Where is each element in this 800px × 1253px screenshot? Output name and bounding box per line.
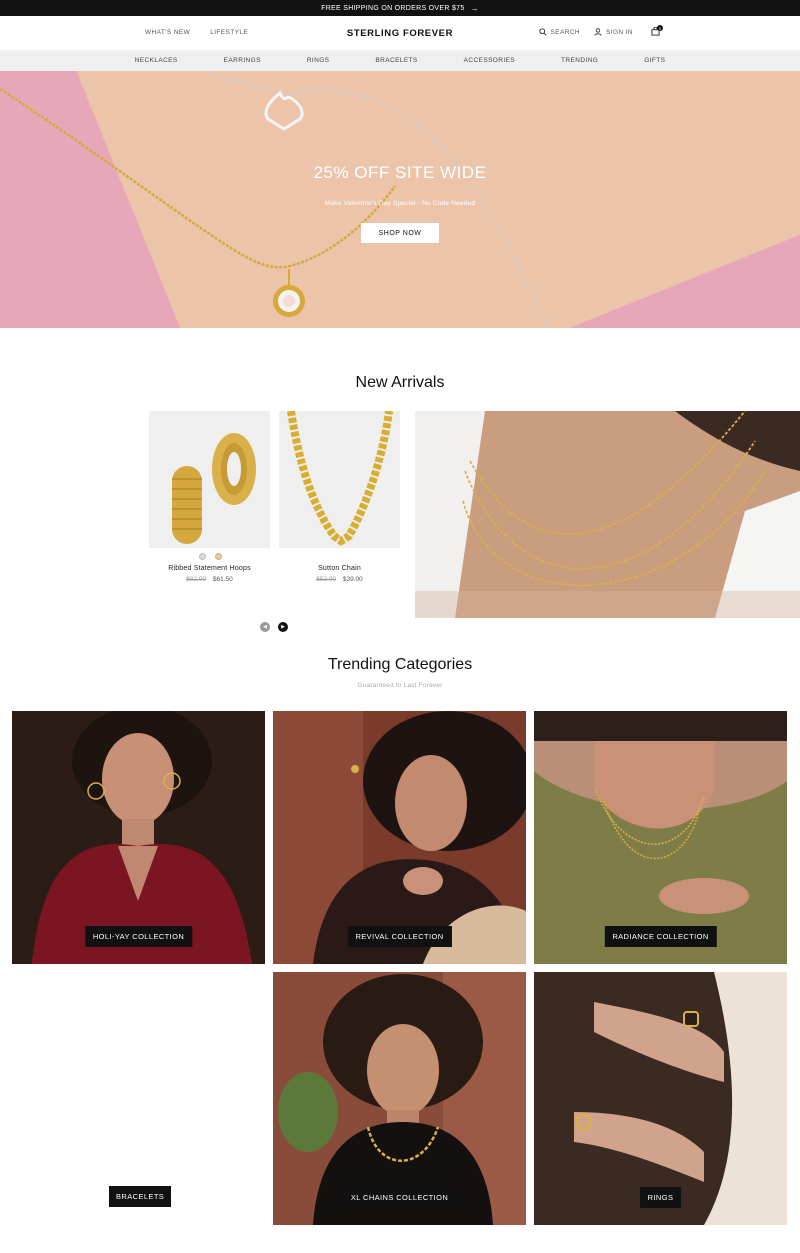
swatch-silver[interactable]	[199, 553, 206, 560]
site-header: WHAT'S NEW LIFESTYLE STERLING FOREVER SE…	[0, 16, 800, 50]
product-card[interactable]: Sutton Chain $52.00 $39.00	[279, 411, 400, 583]
tile-label[interactable]: RADIANCE COLLECTION	[604, 926, 717, 947]
product-sale-price: $39.00	[342, 576, 363, 583]
category-tile-rings[interactable]: RINGS	[534, 972, 787, 1225]
nav-item-trending[interactable]: TRENDING	[538, 57, 621, 64]
tile-label[interactable]: HOLI-YAY COLLECTION	[84, 926, 193, 947]
cart-count-badge: 0	[657, 25, 663, 31]
category-tile-xl-chains[interactable]: XL CHAINS COLLECTION	[273, 972, 526, 1225]
trending-title: Trending Categories	[327, 656, 473, 673]
category-tile-revival[interactable]: REVIVAL COLLECTION	[273, 711, 526, 964]
product-sale-price: $61.50	[212, 576, 233, 583]
sign-in-label: SIGN IN	[606, 28, 633, 36]
color-swatches	[199, 553, 222, 560]
hero-subtitle: Make Valentine's Day Special - No Code N…	[324, 200, 476, 207]
product-image[interactable]	[149, 411, 270, 548]
main-nav: NECKLACES EARRINGS RINGS BRACELETS ACCES…	[0, 50, 800, 71]
product-old-price: $52.00	[316, 576, 337, 583]
product-name[interactable]: Ribbed Statement Hoops	[149, 565, 270, 572]
product-price: $82.00 $61.50	[149, 576, 270, 583]
shop-now-button[interactable]: SHOP NOW	[361, 223, 439, 243]
new-arrivals-title: New Arrivals	[355, 374, 445, 391]
tile-label[interactable]: XL CHAINS COLLECTION	[342, 1187, 457, 1208]
product-image[interactable]	[279, 411, 400, 548]
necklace-lifestyle-image[interactable]	[415, 411, 800, 618]
product-name[interactable]: Sutton Chain	[279, 565, 400, 572]
search-icon	[538, 28, 547, 36]
next-arrow-icon[interactable]: ▶	[278, 622, 288, 632]
carousel-controls: ◀ ▶	[260, 622, 288, 632]
nav-item-accessories[interactable]: ACCESSORIES	[441, 57, 538, 64]
trending-subtitle: Guaranteed to Last Forever	[357, 682, 443, 689]
nav-item-necklaces[interactable]: NECKLACES	[112, 57, 201, 64]
header-right-links: SEARCH SIGN IN	[538, 28, 634, 36]
swatch-gold[interactable]	[215, 553, 222, 560]
prev-arrow-icon[interactable]: ◀	[260, 622, 270, 632]
nav-item-rings[interactable]: RINGS	[284, 57, 353, 64]
cart-button[interactable]: 0	[651, 25, 663, 36]
hero-banner[interactable]: 25% OFF SITE WIDE Make Valentine's Day S…	[0, 71, 800, 328]
product-old-price: $82.00	[186, 576, 207, 583]
category-tile-holi-yay[interactable]: HOLI-YAY COLLECTION	[12, 711, 265, 964]
category-tile-radiance[interactable]: RADIANCE COLLECTION	[534, 711, 787, 964]
arrow-right-icon: →	[470, 3, 479, 13]
hero-title: 25% OFF SITE WIDE	[313, 163, 487, 182]
product-price: $52.00 $39.00	[279, 576, 400, 583]
site-logo[interactable]: STERLING FOREVER	[0, 28, 800, 39]
sign-in-link[interactable]: SIGN IN	[594, 28, 633, 36]
bracelets-category-label[interactable]: BRACELETS	[109, 1186, 172, 1207]
search-label: SEARCH	[550, 28, 580, 36]
search-link[interactable]: SEARCH	[538, 28, 581, 36]
announcement-text: FREE SHIPPING ON ORDERS OVER $75	[321, 4, 465, 12]
user-icon	[594, 28, 602, 36]
nav-item-gifts[interactable]: GIFTS	[621, 57, 688, 64]
nav-item-earrings[interactable]: EARRINGS	[201, 57, 284, 64]
announcement-bar[interactable]: FREE SHIPPING ON ORDERS OVER $75 →	[0, 0, 800, 16]
tile-label[interactable]: REVIVAL COLLECTION	[347, 926, 452, 947]
nav-item-bracelets[interactable]: BRACELETS	[352, 57, 440, 64]
tile-label[interactable]: RINGS	[639, 1187, 682, 1208]
